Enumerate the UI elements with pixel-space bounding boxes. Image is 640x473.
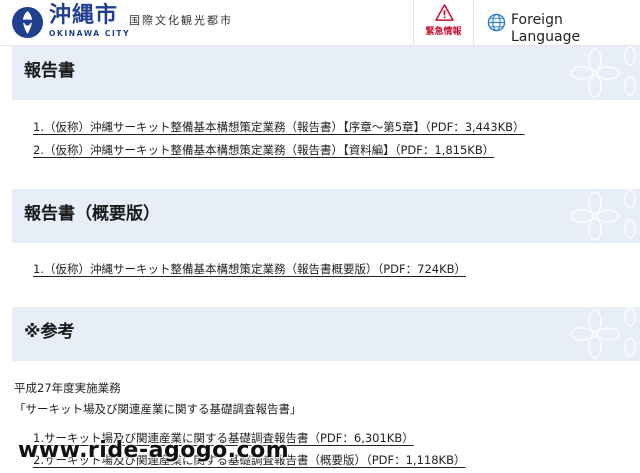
section-heading-reference: ※参考 <box>12 307 640 361</box>
watermark-text: www.ride-agogo.com <box>18 438 290 463</box>
section-heading-report-summary: 報告書（概要版） <box>12 189 640 243</box>
city-name[interactable]: 沖縄市 <box>49 4 118 28</box>
city-tagline: 国際文化観光都市 <box>129 14 233 27</box>
section-heading-report: 報告書 <box>12 46 640 100</box>
warning-icon <box>435 4 454 21</box>
site-header: 沖縄市 OKINAWA CITY 国際文化観光都市 緊急情報 Foreign L… <box>0 0 640 46</box>
city-name-en: OKINAWA CITY <box>49 29 131 38</box>
emergency-label: 緊急情報 <box>425 27 462 37</box>
summary-link-1[interactable]: 1.（仮称）沖縄サーキット整備基本構想策定業務（報告書概要版）（PDF：724K… <box>33 262 466 277</box>
emergency-info-button[interactable]: 緊急情報 <box>413 0 474 46</box>
city-emblem-icon[interactable] <box>12 7 43 38</box>
flower-decoration-icon <box>570 307 636 359</box>
reference-note-year: 平成27年度実施業務 <box>14 381 121 395</box>
section-title: ※参考 <box>24 322 75 342</box>
report-link-2[interactable]: 2.（仮称）沖縄サーキット整備基本構想策定業務（報告書）【資料編】（PDF：1,… <box>33 143 494 158</box>
flower-decoration-icon <box>570 46 636 98</box>
foreign-language-label: Foreign Language <box>511 12 581 45</box>
section-title: 報告書 <box>24 61 75 81</box>
flower-decoration-icon <box>570 189 636 241</box>
globe-icon <box>487 13 506 32</box>
reference-note-title: 「サーキット場及び関連産業に関する基礎調査報告書」 <box>14 402 302 416</box>
foreign-language-button[interactable]: Foreign Language <box>474 0 640 46</box>
section-title: 報告書（概要版） <box>24 204 160 224</box>
report-link-1[interactable]: 1.（仮称）沖縄サーキット整備基本構想策定業務（報告書）【序章〜第5章】（PDF… <box>33 120 525 135</box>
